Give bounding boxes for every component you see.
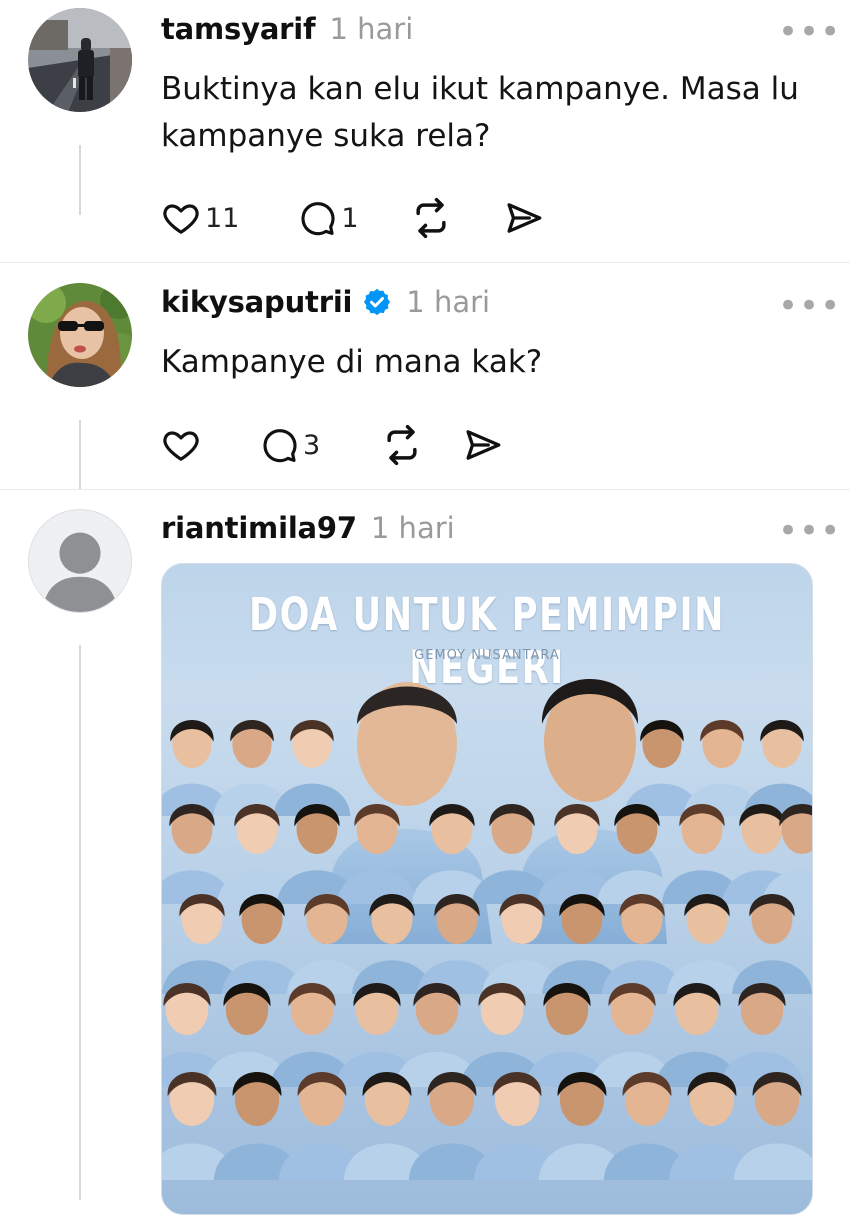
default-user-avatar [44, 532, 116, 612]
username[interactable]: riantimila97 [161, 511, 357, 545]
more-options-button[interactable]: ••• [778, 289, 841, 323]
like-button[interactable] [161, 425, 201, 465]
thread-line [79, 420, 81, 490]
crowd-person [417, 894, 497, 994]
reply-count: 3 [303, 429, 321, 461]
share-button[interactable] [462, 424, 504, 466]
crowd-person [273, 720, 351, 816]
post-text: Kampanye di mana kak? [161, 344, 543, 380]
crowd-person [720, 983, 804, 1087]
crowd-person [743, 720, 812, 816]
reply-count: 1 [341, 202, 359, 234]
timestamp: 1 hari [406, 285, 491, 319]
post-image[interactable]: DOA UNTUK PEMIMPIN NEGERI GEMOY NUSANTAR… [161, 563, 813, 1215]
reply-button[interactable]: 3 [259, 425, 320, 465]
verified-badge-icon [364, 288, 391, 316]
crowd-person [602, 894, 682, 994]
repost-button[interactable] [380, 423, 424, 467]
more-options-button[interactable]: ••• [778, 514, 841, 548]
more-options-button[interactable]: ••• [778, 15, 841, 49]
repost-icon [415, 197, 446, 239]
avatar[interactable] [28, 8, 132, 112]
crowd-person [667, 894, 747, 994]
crowd-person [222, 894, 302, 994]
crowd-person [732, 894, 812, 994]
send-icon [507, 203, 541, 233]
divider [0, 489, 850, 490]
reply-button[interactable]: 1 [297, 198, 359, 238]
avatar[interactable] [28, 283, 132, 387]
crowd-person [472, 804, 552, 904]
timestamp: 1 hari [329, 12, 414, 46]
crowd-faces [162, 720, 812, 1180]
heart-icon [163, 204, 199, 234]
thread-line [79, 145, 81, 215]
like-button[interactable]: 11 [161, 198, 239, 238]
username[interactable]: kikysaputrii [161, 285, 352, 319]
share-button[interactable] [503, 197, 545, 239]
send-icon [466, 430, 501, 460]
timestamp: 1 hari [370, 511, 455, 545]
post-text-line: kampanye suka rela? [161, 118, 491, 154]
crowd-person [337, 804, 417, 904]
repost-button[interactable] [409, 196, 453, 240]
crowd-person [597, 804, 677, 904]
crowd-person [287, 894, 367, 994]
divider [0, 262, 850, 263]
comment-icon [301, 202, 335, 236]
selfie-photo-avatar [28, 283, 132, 387]
heart-icon [163, 431, 199, 461]
crowd-person [733, 1072, 812, 1180]
thread-line [79, 645, 81, 1200]
comment-icon [263, 429, 297, 463]
like-count: 11 [205, 202, 240, 234]
post-text-line: Buktinya kan elu ikut kampanye. Masa lu [161, 71, 799, 107]
repost-icon [387, 424, 417, 466]
avatar[interactable] [28, 509, 132, 613]
crowd-person [352, 894, 432, 994]
username[interactable]: tamsyarif [161, 12, 316, 46]
street-photo-avatar [28, 8, 132, 112]
